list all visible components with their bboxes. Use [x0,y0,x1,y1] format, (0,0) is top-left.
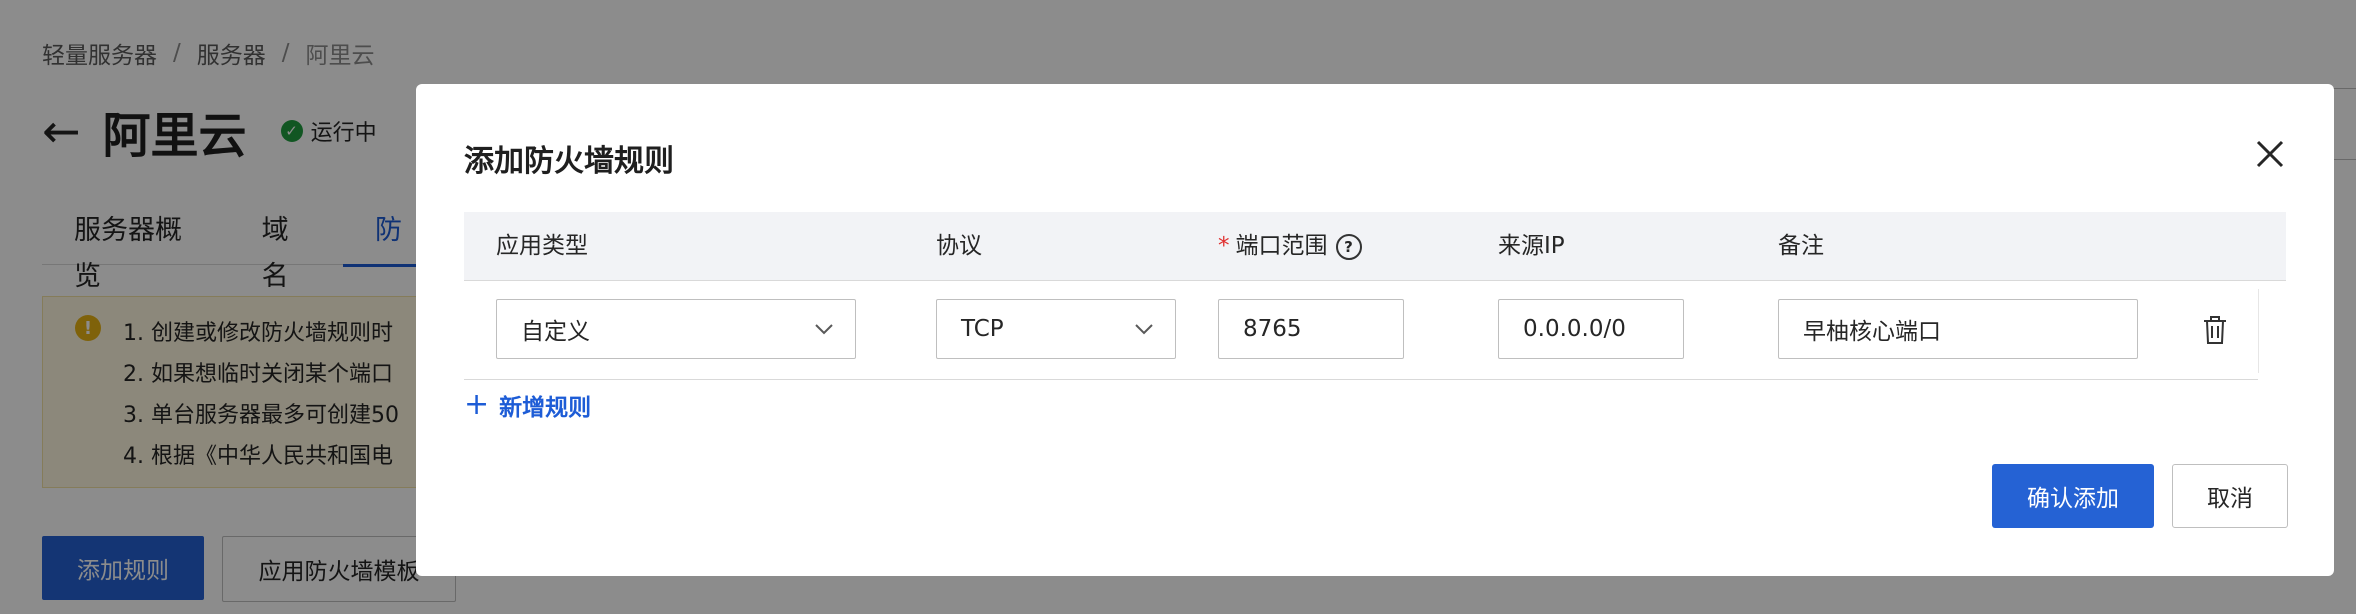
dialog-title: 添加防火墙规则 [464,144,674,179]
protocol-select[interactable]: TCP [936,299,1176,359]
column-header-remark: 备注 [1778,233,1824,259]
row-divider [2258,289,2259,373]
source-ip-value: 0.0.0.0/0 [1523,316,1626,342]
table-row: 自定义 TCP 8765 0.0.0.0/0 早柚核心端口 [464,281,2259,380]
column-header-port-range-label: 端口范围 [1235,233,1328,259]
column-header-port-range: * 端口范围? [1218,212,1362,280]
app-type-select[interactable]: 自定义 [496,299,856,359]
chevron-down-icon [1135,324,1153,335]
required-mark: * [1218,233,1230,259]
add-new-rule-label: 新增规则 [499,395,592,421]
port-range-input[interactable]: 8765 [1218,299,1404,359]
confirm-add-button[interactable]: 确认添加 [1992,464,2154,528]
protocol-value: TCP [961,316,1004,342]
chevron-down-icon [815,324,833,335]
question-icon[interactable]: ? [1335,233,1362,260]
rules-table: 应用类型 协议 * 端口范围? 来源IP 备注 自定义 TCP 8765 0.0.… [464,212,2286,380]
column-header-protocol: 协议 [936,233,982,259]
add-firewall-rule-dialog: 添加防火墙规则 应用类型 协议 * 端口范围? 来源IP 备注 自定义 TCP 8… [416,84,2334,576]
close-icon[interactable] [2252,136,2288,172]
app-type-value: 自定义 [521,319,590,345]
source-ip-input[interactable]: 0.0.0.0/0 [1498,299,1684,359]
plus-icon: + [464,387,490,422]
column-header-source-ip: 来源IP [1498,233,1565,259]
add-new-rule-link[interactable]: + 新增规则 [464,388,591,422]
column-header-app-type: 应用类型 [496,233,588,259]
remark-value: 早柚核心端口 [1803,319,1941,345]
port-value: 8765 [1243,316,1302,342]
trash-icon[interactable] [2202,315,2228,345]
table-header: 应用类型 协议 * 端口范围? 来源IP 备注 [464,212,2286,281]
remark-input[interactable]: 早柚核心端口 [1778,299,2138,359]
cancel-button[interactable]: 取消 [2172,464,2288,528]
